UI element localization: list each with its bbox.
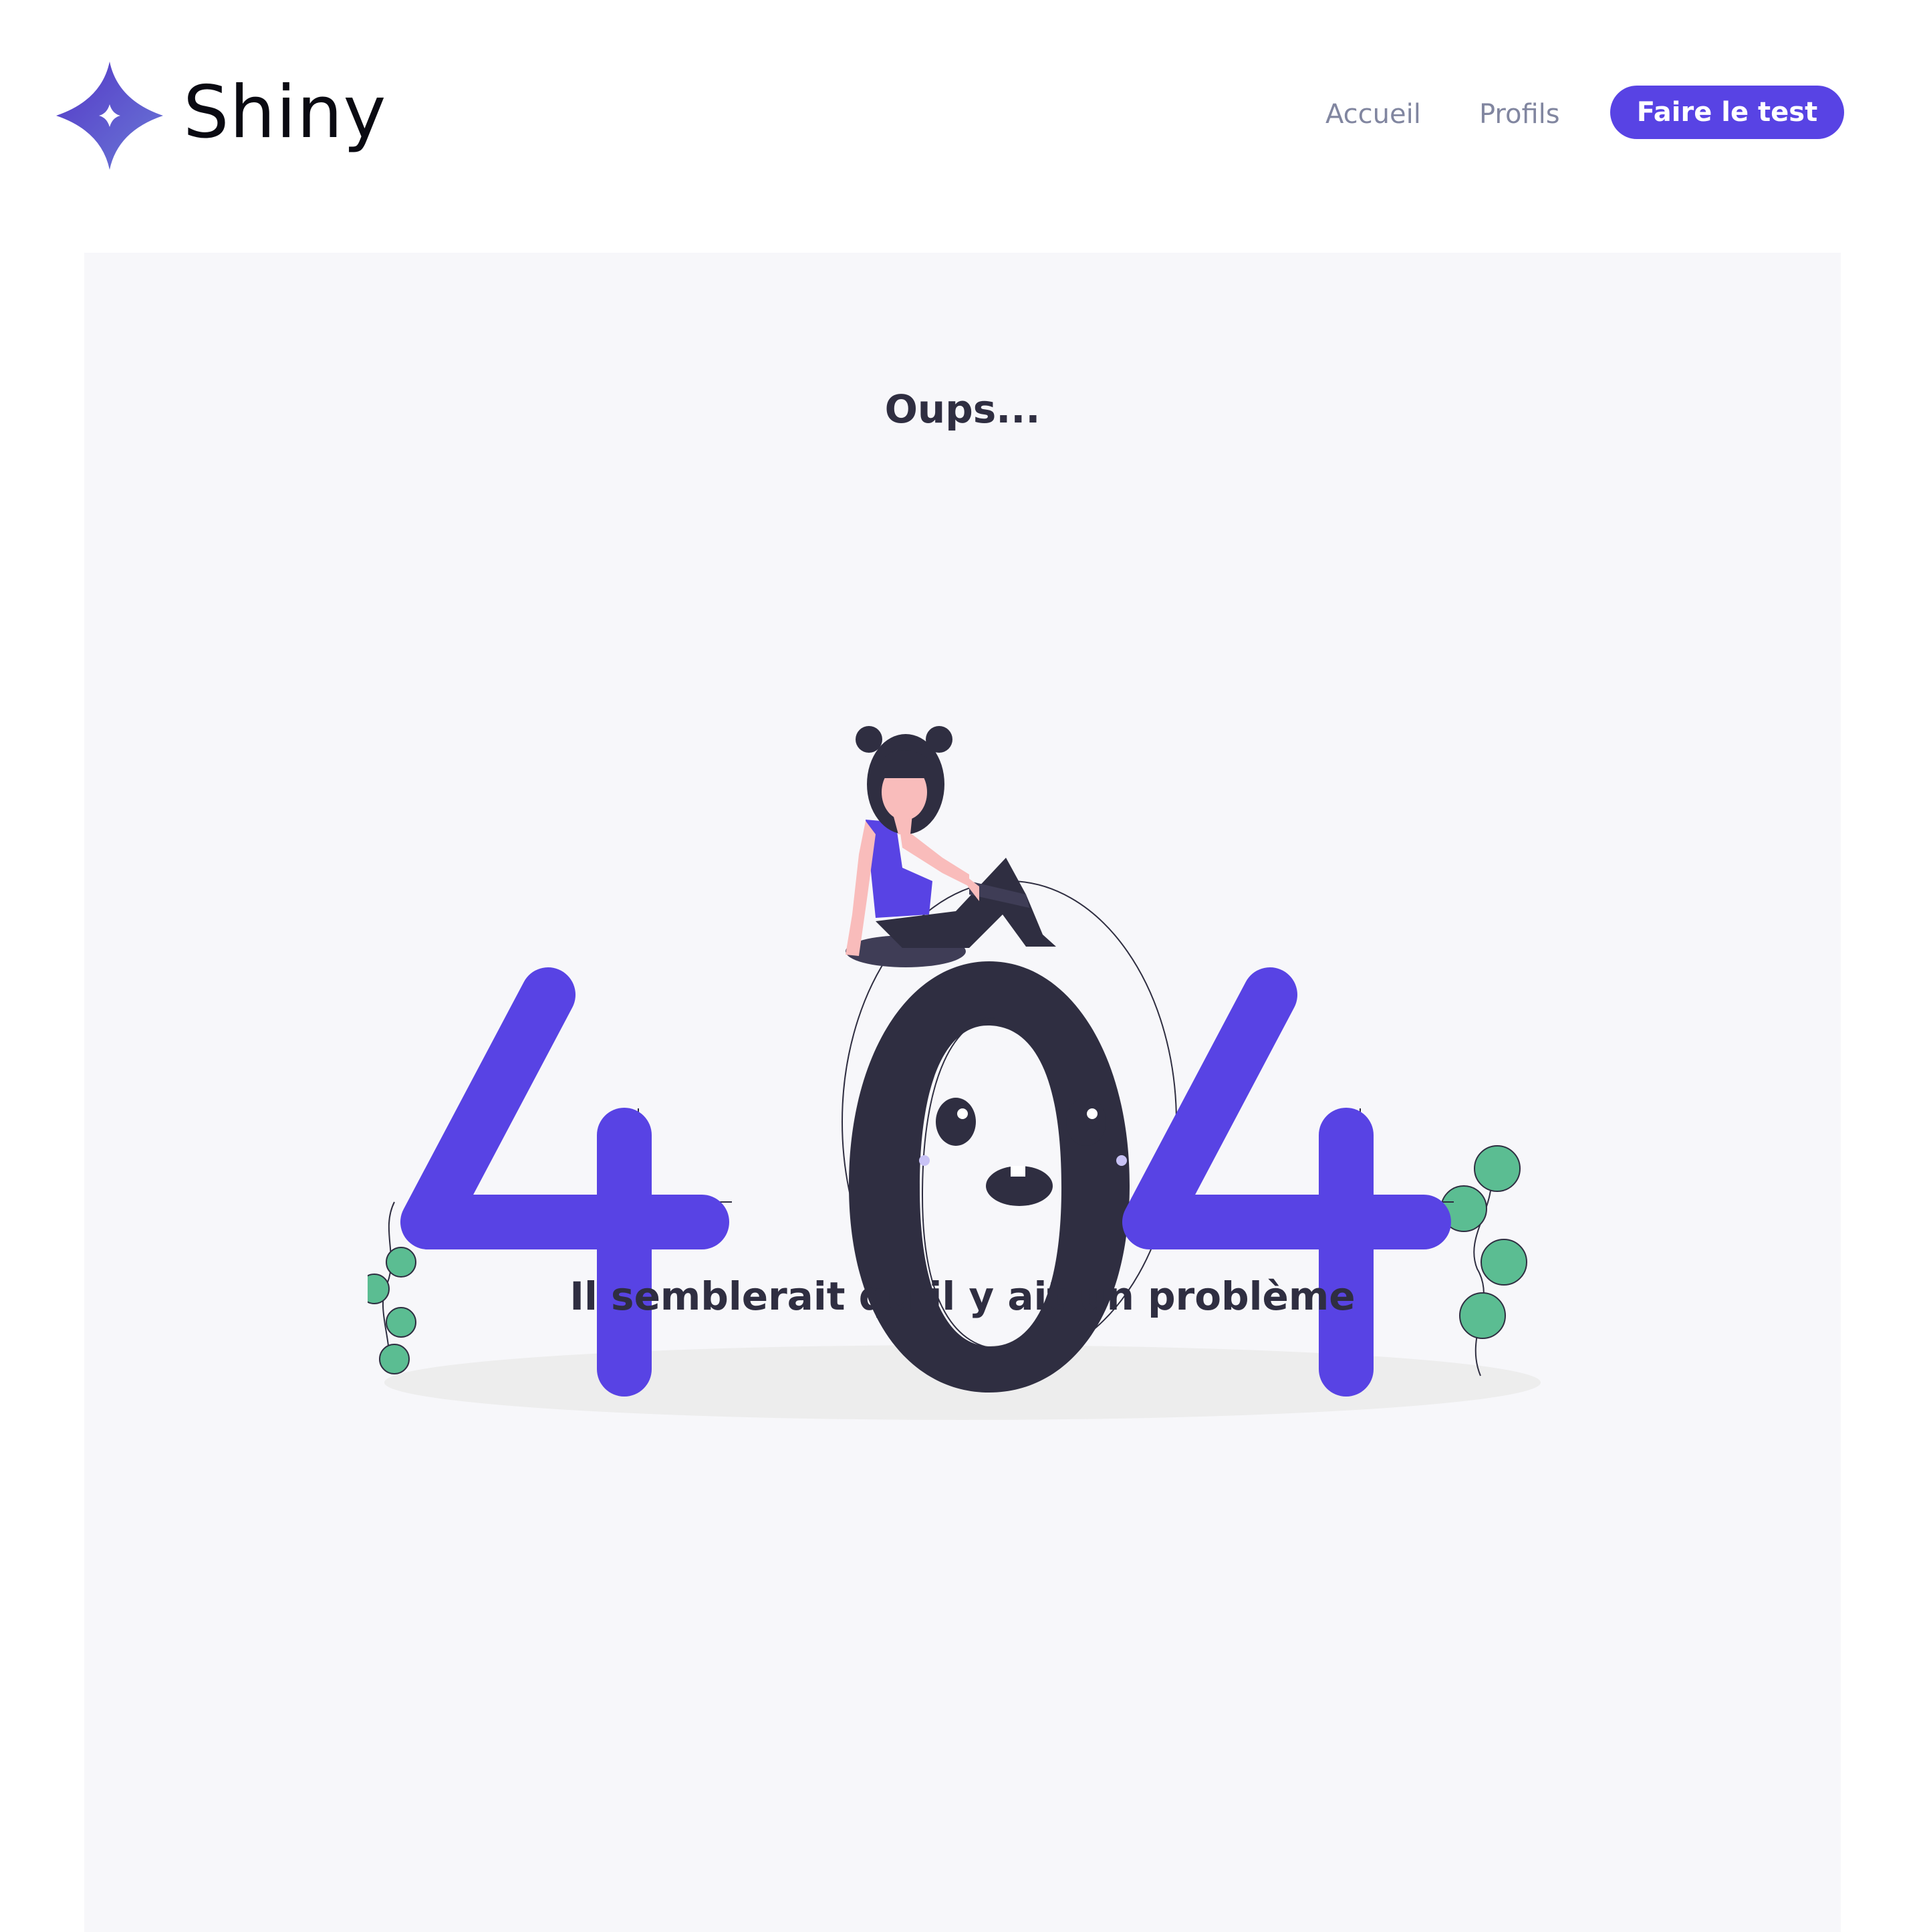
- take-test-button[interactable]: Faire le test: [1610, 86, 1844, 139]
- nav-link-profiles[interactable]: Profils: [1479, 99, 1560, 130]
- brand-name: Shiny: [183, 71, 387, 154]
- right-plant: [1440, 1145, 1527, 1376]
- page-title: Oups...: [884, 386, 1041, 432]
- right-four-outline: [1162, 974, 1454, 1389]
- left-four-outline: [440, 974, 732, 1389]
- brand-logo[interactable]: Shiny: [56, 62, 386, 170]
- main-panel: Oups... Il semblerait qu’il y ait un pro…: [84, 253, 1841, 1932]
- sparkle-star-icon: [56, 62, 163, 170]
- nav-link-home[interactable]: Accueil: [1325, 99, 1421, 130]
- header: Shiny Accueil Profils Faire le test: [0, 0, 1925, 227]
- error-message: Il semblerait qu’il y ait un problème: [569, 1274, 1356, 1319]
- zero: [849, 961, 1130, 1393]
- sitting-girl: [846, 726, 1056, 967]
